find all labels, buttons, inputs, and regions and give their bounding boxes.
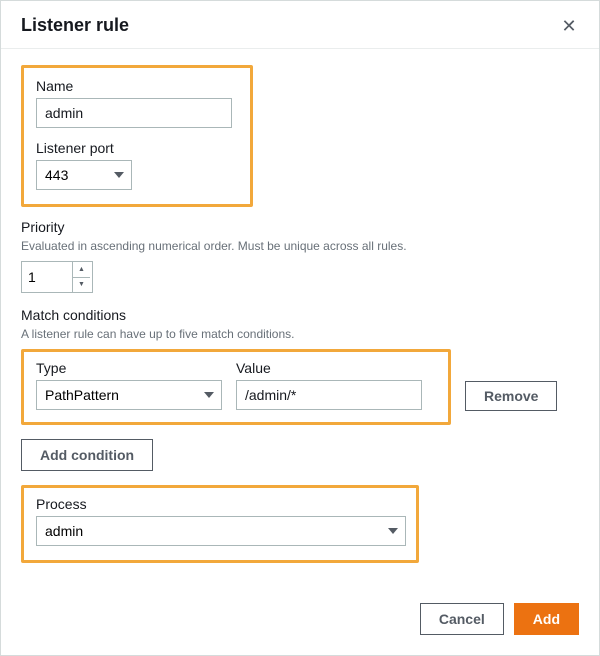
priority-step-down[interactable]: ▼ — [73, 278, 90, 293]
highlight-match-row: Type PathPattern Value — [21, 349, 451, 425]
close-icon: ✕ — [561, 16, 576, 36]
name-input[interactable] — [36, 98, 232, 128]
listener-port-value: 443 — [45, 167, 68, 183]
match-conditions-helptext: A listener rule can have up to five matc… — [21, 327, 579, 341]
priority-spin-buttons: ▲ ▼ — [72, 262, 90, 292]
match-type-select[interactable]: PathPattern — [36, 380, 222, 410]
name-label: Name — [36, 78, 238, 94]
close-button[interactable]: ✕ — [559, 16, 579, 36]
modal-footer: Cancel Add — [1, 593, 599, 655]
match-type-value: PathPattern — [45, 387, 119, 403]
match-type-label: Type — [36, 360, 222, 376]
priority-section: Priority Evaluated in ascending numerica… — [21, 219, 579, 293]
priority-stepper[interactable]: ▲ ▼ — [21, 261, 93, 293]
listener-rule-modal: Listener rule ✕ Name Listener port 443 P… — [0, 0, 600, 656]
match-value-input[interactable] — [236, 380, 422, 410]
match-value-label: Value — [236, 360, 422, 376]
priority-label: Priority — [21, 219, 579, 235]
process-select[interactable]: admin — [36, 516, 406, 546]
listener-port-label: Listener port — [36, 140, 238, 156]
priority-helptext: Evaluated in ascending numerical order. … — [21, 239, 579, 253]
process-value: admin — [45, 523, 83, 539]
match-condition-row: Type PathPattern Value — [21, 349, 579, 425]
priority-input[interactable] — [22, 262, 72, 292]
modal-header: Listener rule ✕ — [1, 1, 599, 49]
remove-condition-button[interactable]: Remove — [465, 381, 557, 411]
add-condition-button[interactable]: Add condition — [21, 439, 153, 471]
modal-title: Listener rule — [21, 15, 129, 36]
priority-step-up[interactable]: ▲ — [73, 262, 90, 278]
highlight-name-port: Name Listener port 443 — [21, 65, 253, 207]
modal-body: Name Listener port 443 Priority Evaluate… — [1, 49, 599, 593]
highlight-process: Process admin — [21, 485, 419, 563]
match-conditions-section: Match conditions A listener rule can hav… — [21, 307, 579, 471]
process-label: Process — [36, 496, 404, 512]
listener-port-select[interactable]: 443 — [36, 160, 132, 190]
match-conditions-label: Match conditions — [21, 307, 579, 323]
